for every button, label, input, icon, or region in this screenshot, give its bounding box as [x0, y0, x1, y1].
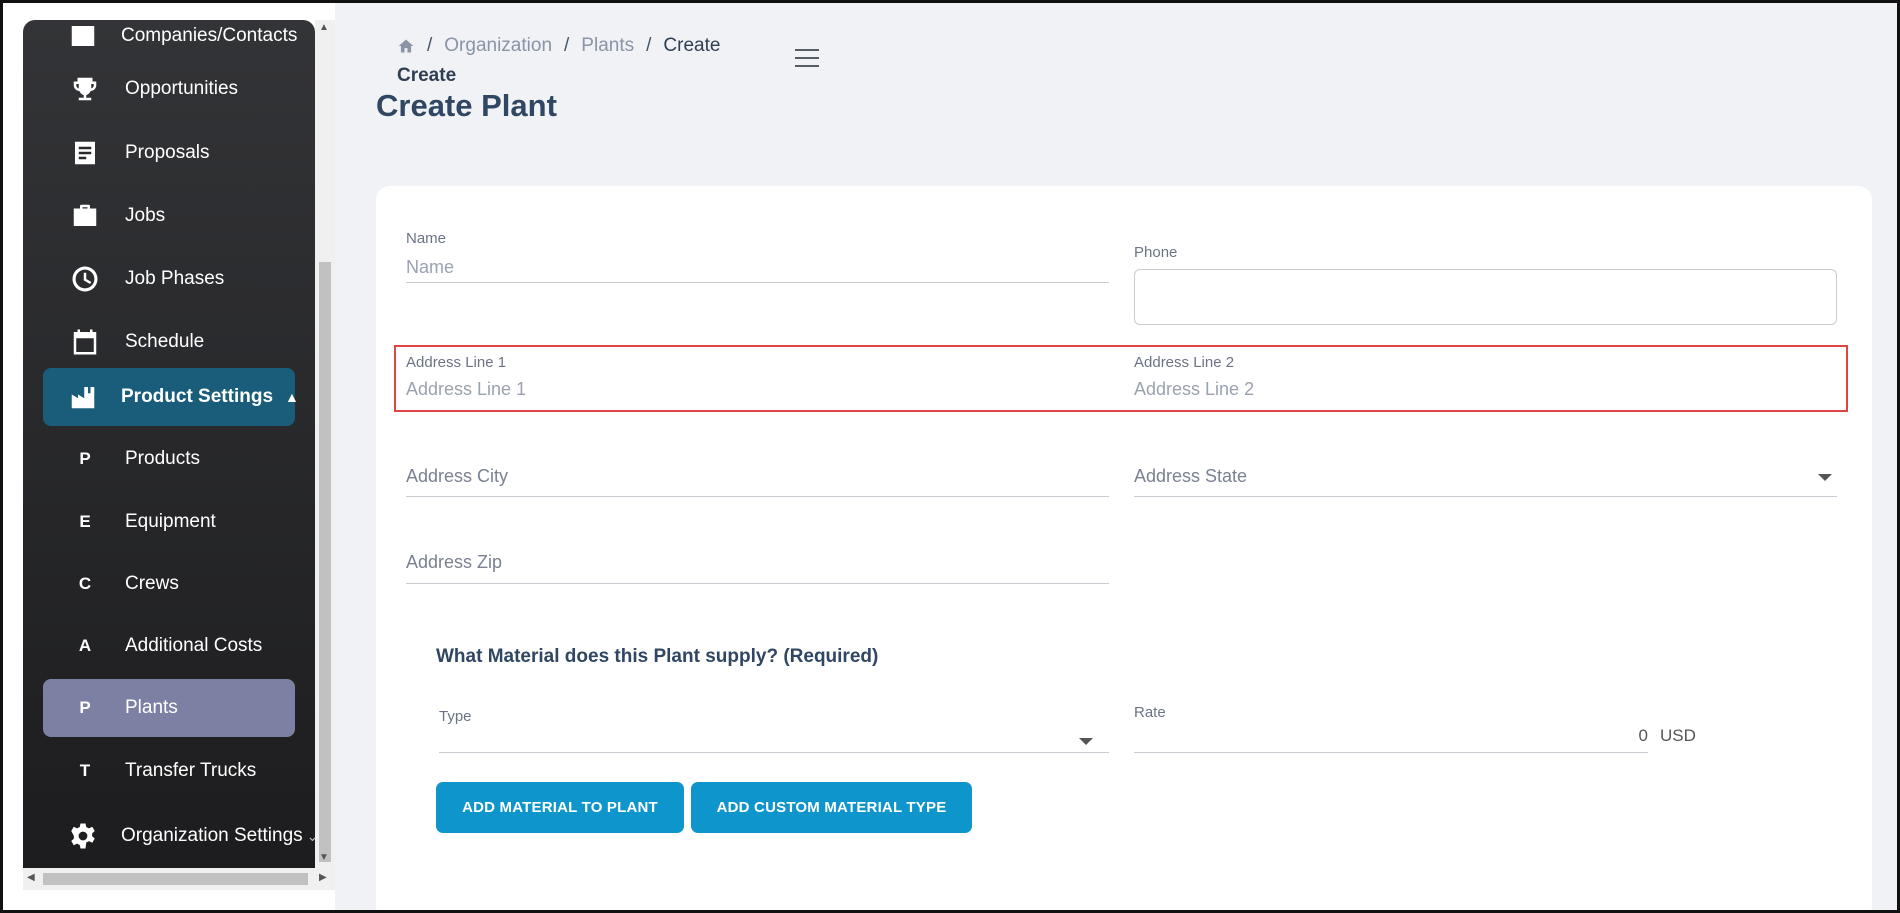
address-state-placeholder: Address State — [1134, 466, 1248, 486]
sidebar-item-additional-costs[interactable]: A Additional Costs — [43, 617, 295, 675]
sidebar-item-companies[interactable]: Companies/Contacts — [43, 20, 298, 65]
sidebar-item-product-settings[interactable]: Product Settings ▲ — [43, 368, 299, 426]
address-line-2-field[interactable]: Address Line 2 Address Line 2 — [1134, 354, 1837, 400]
sidebar-item-label: Additional Costs — [125, 635, 263, 656]
sidebar-item-letter: E — [79, 512, 91, 531]
breadcrumb-organization[interactable]: Organization — [444, 35, 552, 57]
address-city-placeholder: Address City — [406, 466, 509, 486]
rate-label-wrapper: Rate — [1134, 704, 1166, 721]
scroll-down-arrow-icon[interactable]: ▼ — [319, 852, 329, 863]
name-input[interactable]: Name — [406, 257, 1109, 278]
sidebar-item-label: Companies/Contacts — [121, 25, 298, 46]
rate-input[interactable]: 0 — [1134, 726, 1648, 753]
main-content: / Organization / Plants / Create Create … — [335, 3, 1897, 913]
address-line-1-input[interactable]: Address Line 1 — [406, 379, 1109, 400]
name-label: Name — [406, 230, 447, 247]
sidebar-item-letter: A — [78, 636, 92, 655]
scroll-up-arrow-icon[interactable]: ▲ — [319, 22, 329, 33]
clock-icon — [68, 262, 102, 296]
sidebar-item-crews[interactable]: C Crews — [43, 555, 295, 613]
rate-value[interactable]: 0 — [1639, 726, 1648, 746]
breadcrumb-plants[interactable]: Plants — [581, 35, 634, 57]
address-state-select[interactable]: Address State — [1134, 466, 1837, 497]
page-title: Create Plant — [376, 88, 557, 123]
sidebar-item-organization-settings[interactable]: Organization Settings ⌄ — [43, 807, 315, 865]
material-type-select[interactable]: Type — [439, 708, 1109, 753]
sidebar-item-schedule[interactable]: Schedule — [43, 313, 295, 371]
add-material-to-plant-button[interactable]: ADD MATERIAL TO PLANT — [436, 782, 684, 833]
dropdown-arrow-icon — [1818, 474, 1832, 481]
sidebar-item-label: Transfer Trucks — [125, 760, 257, 781]
form-card: Name Name Phone Address Line 1 Address L… — [376, 186, 1872, 913]
gear-icon — [68, 819, 98, 853]
scrollbar-thumb[interactable] — [319, 262, 331, 862]
sidebar-item-products[interactable]: P Products — [43, 430, 295, 488]
document-icon — [68, 136, 102, 170]
trophy-icon — [68, 72, 102, 106]
breadcrumb-create: Create — [663, 35, 721, 56]
sidebar-item-label: Job Phases — [125, 268, 225, 289]
breadcrumb-separator: / — [646, 35, 652, 56]
sidebar-item-letter: T — [79, 761, 91, 780]
sidebar-item-equipment[interactable]: E Equipment — [43, 493, 295, 551]
sidebar-item-letter: C — [78, 574, 92, 593]
sidebar-item-label: Proposals — [125, 142, 210, 163]
chevron-up-icon: ▲ — [285, 389, 299, 405]
menu-toggle-icon[interactable] — [795, 49, 819, 67]
rate-label: Rate — [1134, 704, 1166, 721]
sidebar-item-letter: P — [79, 449, 91, 468]
sidebar-vertical-scrollbar[interactable]: ▲ ▼ — [315, 20, 335, 890]
scroll-right-arrow-icon[interactable]: ▶ — [319, 872, 327, 883]
sidebar-item-label: Schedule — [125, 331, 205, 352]
add-custom-material-type-button[interactable]: ADD CUSTOM MATERIAL TYPE — [691, 782, 972, 833]
name-field[interactable]: Name Name — [406, 230, 1109, 283]
breadcrumb-subtitle: Create — [397, 65, 457, 86]
address-zip-input[interactable]: Address Zip — [406, 552, 1109, 584]
breadcrumb-separator: / — [564, 35, 570, 56]
sidebar-item-label: Jobs — [125, 205, 166, 226]
building-icon — [68, 20, 98, 53]
sidebar-item-plants[interactable]: P Plants — [43, 679, 295, 737]
sidebar-item-letter: P — [79, 698, 91, 717]
material-section-title: What Material does this Plant supply? (R… — [436, 646, 879, 667]
sidebar-item-proposals[interactable]: Proposals — [43, 124, 295, 182]
sidebar-item-label: Equipment — [125, 511, 216, 532]
phone-label: Phone — [1134, 244, 1178, 261]
chevron-down-icon: ⌄ — [306, 827, 315, 844]
sidebar-item-label: Opportunities — [125, 78, 239, 99]
dropdown-arrow-icon — [1079, 738, 1093, 745]
sidebar: Companies/Contacts Opportunities Proposa… — [23, 20, 315, 890]
phone-input[interactable] — [1134, 269, 1837, 325]
sidebar-horizontal-scrollbar[interactable]: ◀ ▶ — [23, 868, 335, 890]
calendar-icon — [68, 325, 102, 359]
address-city-input[interactable]: Address City — [406, 466, 1109, 497]
address-line-1-label: Address Line 1 — [406, 354, 507, 371]
sidebar-item-opportunities[interactable]: Opportunities — [43, 60, 295, 118]
sidebar-item-label: Organization Settings — [121, 825, 303, 846]
sidebar-item-jobs[interactable]: Jobs — [43, 187, 295, 245]
sidebar-item-label: Products — [125, 448, 200, 469]
scrollbar-thumb[interactable] — [43, 873, 308, 885]
sidebar-item-transfer-trucks[interactable]: T Transfer Trucks — [43, 742, 295, 800]
breadcrumb-separator: / — [427, 35, 433, 56]
address-line-2-label: Address Line 2 — [1134, 354, 1235, 371]
sidebar-item-job-phases[interactable]: Job Phases — [43, 250, 295, 308]
address-line-1-field[interactable]: Address Line 1 Address Line 1 — [406, 354, 1109, 400]
factory-icon — [68, 380, 98, 414]
home-icon[interactable] — [397, 38, 415, 54]
scroll-left-arrow-icon[interactable]: ◀ — [27, 872, 35, 883]
address-line-2-input[interactable]: Address Line 2 — [1134, 379, 1837, 400]
sidebar-item-label: Crews — [125, 573, 179, 594]
briefcase-icon — [68, 199, 102, 233]
sidebar-item-label: Product Settings — [121, 386, 274, 407]
address-zip-placeholder: Address Zip — [406, 552, 503, 572]
rate-currency: USD — [1660, 726, 1696, 745]
sidebar-item-label: Plants — [125, 697, 178, 718]
material-type-label: Type — [439, 708, 472, 725]
breadcrumb: / Organization / Plants / Create — [397, 35, 720, 57]
phone-field: Phone — [1134, 244, 1177, 261]
